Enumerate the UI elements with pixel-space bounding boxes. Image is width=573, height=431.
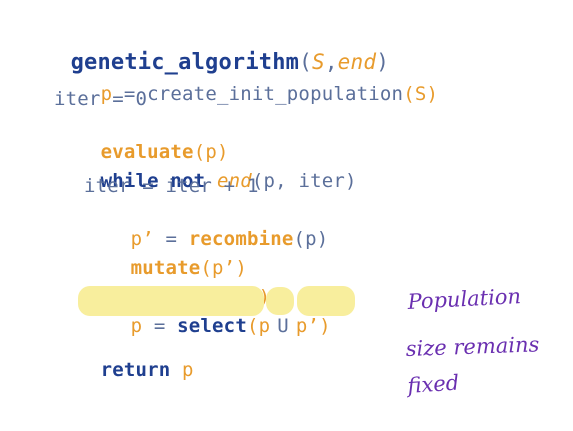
annotation-line-1: Population — [406, 284, 522, 314]
annotation-line-3: fixed — [405, 370, 460, 398]
annotation-line-2: size remains — [405, 332, 540, 361]
handwritten-annotation: Population size remains fixed — [405, 284, 540, 398]
